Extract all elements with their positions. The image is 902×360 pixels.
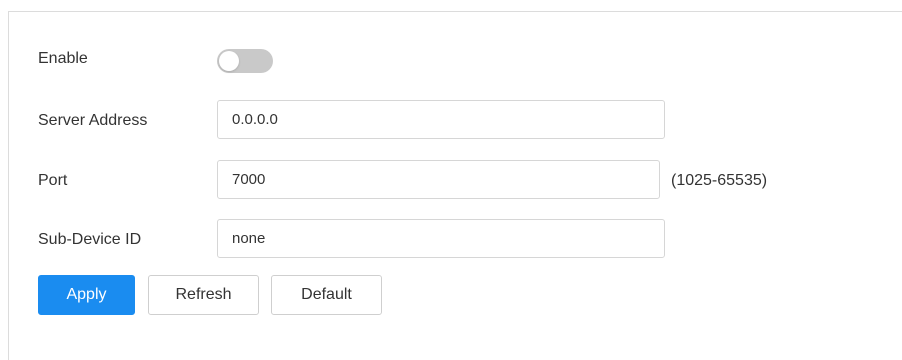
port-input[interactable] — [217, 160, 660, 199]
default-button[interactable]: Default — [271, 275, 382, 315]
settings-panel: Enable Server Address Port (1025-65535) … — [0, 0, 902, 360]
port-label: Port — [38, 172, 68, 189]
panel-border-left — [8, 11, 9, 360]
refresh-button[interactable]: Refresh — [148, 275, 259, 315]
enable-toggle[interactable] — [217, 49, 273, 73]
server-address-input[interactable] — [217, 100, 665, 139]
toggle-knob — [219, 51, 239, 71]
server-address-label: Server Address — [38, 112, 148, 129]
apply-button[interactable]: Apply — [38, 275, 135, 315]
panel-border-top — [8, 11, 902, 12]
port-range-hint: (1025-65535) — [671, 172, 768, 189]
sub-device-id-input[interactable] — [217, 219, 665, 258]
enable-label: Enable — [38, 50, 88, 67]
sub-device-id-label: Sub-Device ID — [38, 231, 142, 248]
